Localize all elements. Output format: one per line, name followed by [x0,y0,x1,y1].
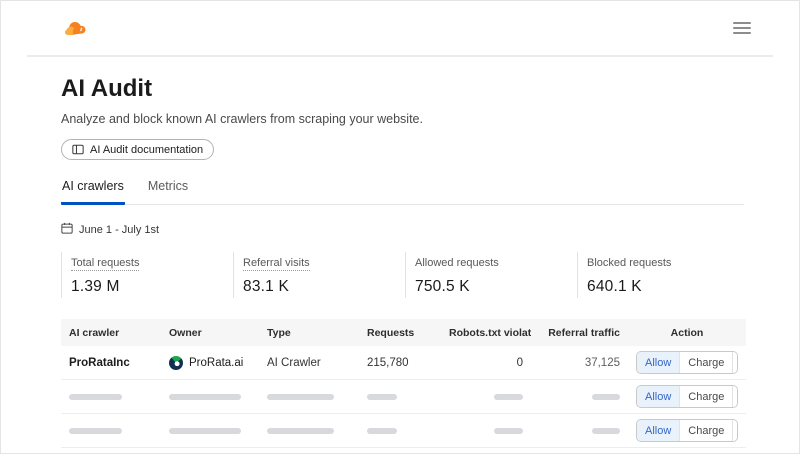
block-button[interactable]: Block [732,352,738,373]
allow-button[interactable]: Allow [637,386,679,407]
skeleton-bar [69,428,122,434]
skeleton-cell [441,394,531,400]
skeleton-cell [161,394,259,400]
top-bar [1,1,799,55]
hamburger-menu-icon[interactable] [729,18,755,38]
table-row: AllowChargeBlock [61,414,746,448]
prorata-logo-icon [169,356,183,370]
column-header-robots-txt-violations: Robots.txt violations [441,327,531,339]
skeleton-cell [259,394,359,400]
skeleton-cell [61,394,161,400]
column-header-type: Type [259,327,359,339]
date-range[interactable]: June 1 - July 1st [61,222,744,237]
skeleton-bar [367,394,397,400]
stat-value: 83.1 K [243,278,405,296]
skeleton-cell [531,428,628,434]
skeleton-cell [359,428,441,434]
skeleton-bar [169,428,241,434]
crawler-table: AI crawlerOwnerTypeRequestsRobots.txt vi… [61,319,746,448]
crawler-name: ProRataInc [61,357,161,369]
stat-label: Blocked requests [587,257,671,270]
skeleton-cell [161,428,259,434]
charge-button[interactable]: Charge [679,386,732,407]
cloudflare-logo-icon[interactable] [61,18,97,38]
page-subtitle: Analyze and block known AI crawlers from… [61,112,744,126]
allow-button[interactable]: Allow [637,420,679,441]
skeleton-bar [592,394,620,400]
allow-button[interactable]: Allow [637,352,679,373]
stat-value: 750.5 K [415,278,577,296]
stat-label: Allowed requests [415,257,499,270]
skeleton-bar [267,428,334,434]
skeleton-bar [367,428,397,434]
table-body: ProRataInc ProRata.ai AI Crawler215,780037… [61,346,746,448]
skeleton-cell [359,394,441,400]
column-header-ai-crawler: AI crawler [61,327,161,339]
action-segmented-control: AllowChargeBlock [636,385,738,408]
stat-label: Referral visits [243,257,310,271]
skeleton-cell [259,428,359,434]
stat-blocked-requests: Blocked requests 640.1 K [577,252,749,298]
stat-total-requests: Total requests 1.39 M [61,252,233,298]
stats-row: Total requests 1.39 M Referral visits 83.1 … [61,252,744,298]
main-content: AI Audit Analyze and block known AI craw… [1,57,799,448]
skeleton-bar [69,394,122,400]
calendar-icon [61,222,73,237]
action-cell: AllowChargeBlock [628,351,746,374]
crawler-type: AI Crawler [259,357,359,369]
charge-button[interactable]: Charge [679,352,732,373]
app-window: AI Audit Analyze and block known AI craw… [0,0,800,454]
owner-cell: ProRata.ai [161,356,259,370]
book-icon [72,144,84,155]
requests-value: 215,780 [359,357,441,369]
skeleton-bar [494,394,523,400]
stat-value: 640.1 K [587,278,749,296]
doc-button-label: AI Audit documentation [90,144,203,156]
referral-traffic-value: 37,125 [531,357,628,369]
violations-value: 0 [441,357,531,369]
column-header-action: Action [628,327,746,339]
action-segmented-control: AllowChargeBlock [636,419,738,442]
skeleton-bar [169,394,241,400]
owner-label: ProRata.ai [189,357,243,369]
stat-value: 1.39 M [71,278,233,296]
stat-allowed-requests: Allowed requests 750.5 K [405,252,577,298]
tab-ai-crawlers[interactable]: AI crawlers [61,175,125,205]
charge-button[interactable]: Charge [679,420,732,441]
block-button[interactable]: Block [732,386,738,407]
tab-bar: AI crawlers Metrics [61,175,744,205]
table-row: ProRataInc ProRata.ai AI Crawler215,780037… [61,346,746,380]
skeleton-cell [441,428,531,434]
table-header-row: AI crawlerOwnerTypeRequestsRobots.txt vi… [61,319,746,346]
table-row: AllowChargeBlock [61,380,746,414]
skeleton-cell [531,394,628,400]
skeleton-bar [267,394,334,400]
action-cell: AllowChargeBlock [628,419,746,442]
skeleton-bar [592,428,620,434]
column-header-requests: Requests [359,327,441,339]
skeleton-bar [494,428,523,434]
block-button[interactable]: Block [732,420,738,441]
stat-label: Total requests [71,257,139,271]
action-cell: AllowChargeBlock [628,385,746,408]
date-range-label: June 1 - July 1st [79,224,159,236]
tab-metrics[interactable]: Metrics [147,175,189,205]
skeleton-cell [61,428,161,434]
page-title: AI Audit [61,75,744,103]
stat-referral-visits: Referral visits 83.1 K [233,252,405,298]
action-segmented-control: AllowChargeBlock [636,351,738,374]
ai-audit-documentation-button[interactable]: AI Audit documentation [61,139,214,160]
column-header-referral-traffic: Referral traffic [531,327,628,339]
column-header-owner: Owner [161,327,259,339]
